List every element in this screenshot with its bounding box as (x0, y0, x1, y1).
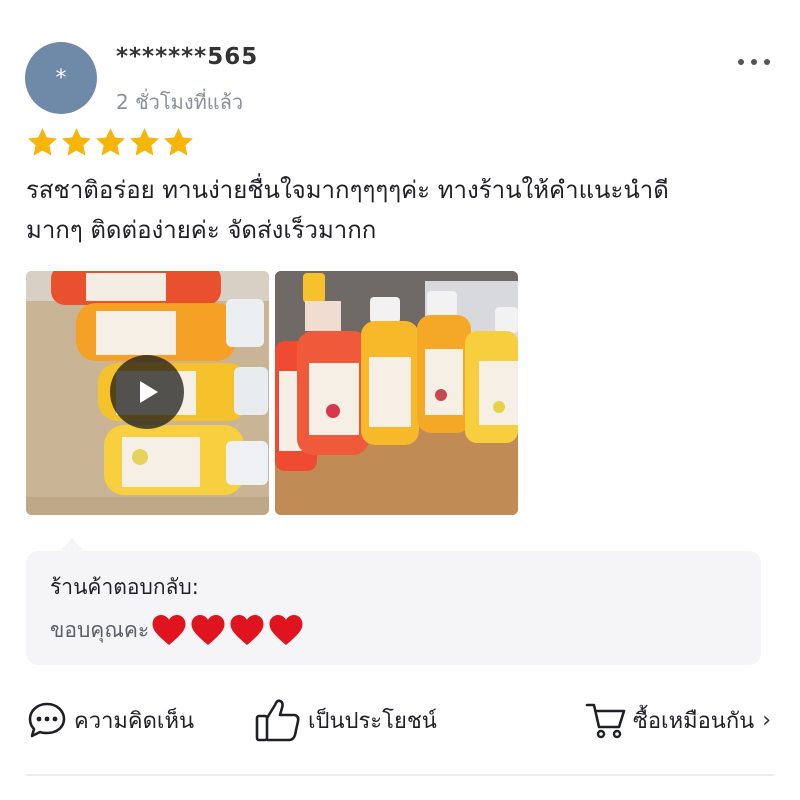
cart-icon (585, 703, 626, 739)
seller-reply-text: ขอบคุณคะ (50, 617, 150, 642)
comment-button[interactable]: ความคิดเห็น (26, 696, 194, 744)
heart-icon (230, 615, 264, 645)
review-text: รสชาติอร่อย ทานง่ายชื่นใจมากๆๆๆๆค่ะ ทางร… (26, 170, 766, 250)
heart-icon (269, 615, 303, 645)
star-icon (164, 128, 193, 156)
comment-label: ความคิดเห็น (74, 708, 194, 734)
helpful-button[interactable]: เป็นประโยชน์ (254, 696, 437, 744)
star-rating (26, 126, 195, 159)
review-line-2: มากๆ ติดต่อง่ายค่ะ จัดส่งเร็วมากก (26, 216, 377, 244)
avatar-initial: * (55, 65, 67, 91)
divider (26, 774, 774, 776)
star-icon (96, 128, 125, 156)
seller-reply-title: ร้านค้าตอบกลับ: (50, 575, 199, 599)
seller-reply-text-row: ขอบคุณคะ (50, 611, 737, 649)
chat-bubble-icon (28, 702, 66, 738)
buy-again-label: ซื้อเหมือนกัน (632, 708, 755, 734)
play-button[interactable] (110, 355, 184, 429)
avatar[interactable]: * (25, 42, 97, 114)
review-photo-thumbnail[interactable] (275, 271, 518, 515)
more-dots-icon[interactable] (738, 52, 770, 72)
buy-again-button[interactable]: ซื้อเหมือนกัน › (585, 696, 771, 744)
chevron-right-icon: › (762, 707, 771, 733)
thumbs-up-icon (255, 699, 300, 742)
helpful-label: เป็นประโยชน์ (308, 708, 437, 734)
username: *******565 (116, 44, 259, 70)
heart-icon (191, 615, 225, 645)
play-icon (140, 381, 158, 403)
star-icon (28, 128, 57, 156)
heart-icon (152, 615, 186, 645)
star-icon (62, 128, 91, 156)
star-icon (130, 128, 159, 156)
review-line-1: รสชาติอร่อย ทานง่ายชื่นใจมากๆๆๆๆค่ะ ทางร… (26, 176, 669, 204)
review-actions: ความคิดเห็น เป็นประโยชน์ ซื้อเหมือนกัน › (26, 696, 771, 744)
hearts (151, 613, 304, 647)
reply-pointer (60, 538, 84, 552)
review-timestamp: 2 ชั่วโมงที่แล้ว (116, 90, 244, 114)
seller-reply: ร้านค้าตอบกลับ: ขอบคุณคะ (26, 551, 761, 665)
bottles-photo-image (275, 271, 518, 515)
